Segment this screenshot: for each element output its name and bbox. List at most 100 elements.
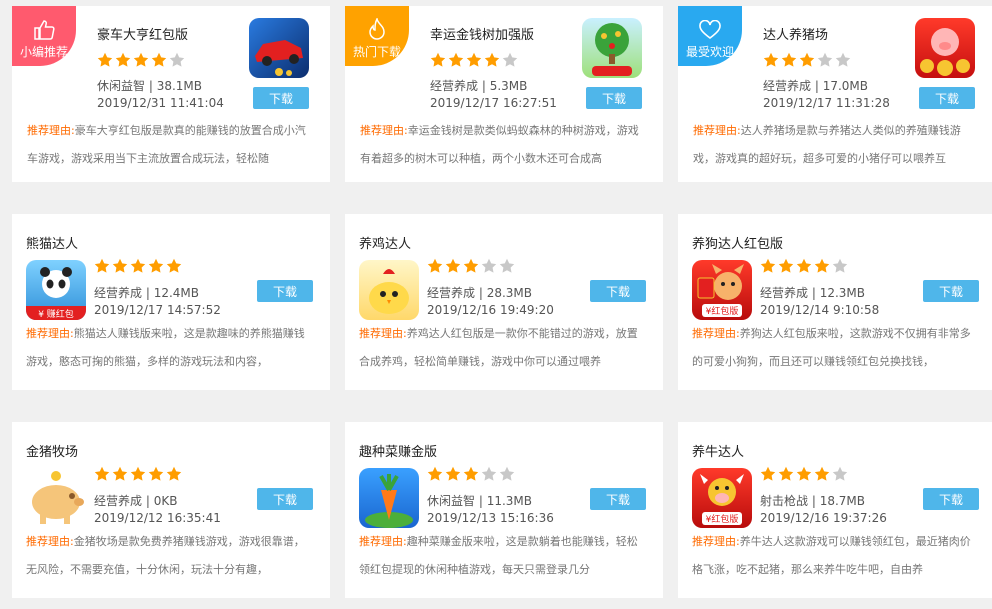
race-car-icon[interactable] (249, 18, 309, 78)
category: 经营养成 (94, 494, 143, 508)
star-filled-icon (133, 52, 149, 67)
app-meta: 经营养成 | 5.3MB (430, 79, 528, 93)
date: 2019/12/31 11:41:04 (97, 96, 224, 110)
rating-stars (427, 466, 515, 482)
category: 射击枪战 (760, 494, 809, 508)
panda-icon[interactable]: ¥ 赚红包 (26, 260, 86, 320)
category: 休闲益智 (427, 494, 476, 508)
rating-stars (760, 258, 848, 274)
star-filled-icon (448, 52, 464, 67)
download-button[interactable]: 下载 (923, 280, 979, 302)
carrot-icon[interactable] (359, 468, 419, 528)
category: 休闲益智 (97, 79, 146, 93)
star-empty-icon (832, 258, 848, 273)
star-filled-icon (166, 258, 182, 273)
app-meta: 射击枪战 | 18.7MB (760, 494, 865, 508)
rating-stars (94, 258, 182, 274)
star-empty-icon (835, 52, 851, 67)
star-empty-icon (481, 258, 497, 273)
file-size: 17.0MB (822, 79, 868, 93)
icon-caption: ¥ 赚红包 (38, 308, 74, 320)
app-title[interactable]: 幸运金钱树加强版 (430, 24, 534, 43)
download-button[interactable]: 下载 (257, 488, 313, 510)
download-button[interactable]: 下载 (586, 87, 642, 109)
file-size: 38.1MB (156, 79, 202, 93)
file-size: 5.3MB (489, 79, 528, 93)
star-empty-icon (502, 52, 518, 67)
star-filled-icon (445, 466, 461, 481)
star-filled-icon (763, 52, 779, 67)
download-button[interactable]: 下载 (590, 280, 646, 302)
app-title[interactable]: 金猪牧场 (26, 441, 78, 460)
star-filled-icon (94, 466, 110, 481)
star-filled-icon (799, 52, 815, 67)
download-button[interactable]: 下载 (253, 87, 309, 109)
app-title[interactable]: 豪车大亨红包版 (97, 24, 188, 43)
star-filled-icon (427, 466, 443, 481)
star-filled-icon (781, 52, 797, 67)
reason-label: 推荐理由: (360, 124, 408, 137)
app-meta: 休闲益智 | 11.3MB (427, 494, 532, 508)
badge-label: 最受欢迎 (685, 45, 734, 59)
download-button[interactable]: 下载 (257, 280, 313, 302)
star-filled-icon (130, 258, 146, 273)
recommend-reason: 推荐理由:养牛达人这款游戏可以赚钱领红包，最近猪肉价格飞涨，吃不起猪，那么来养牛… (692, 528, 980, 584)
star-filled-icon (94, 258, 110, 273)
rating-stars (427, 258, 515, 274)
app-meta: 经营养成 | 17.0MB (763, 79, 868, 93)
pig-coins-icon[interactable] (915, 18, 975, 78)
app-title[interactable]: 养狗达人红包版 (692, 233, 783, 252)
star-filled-icon (760, 258, 776, 273)
reason-label: 推荐理由: (693, 124, 741, 137)
app-title[interactable]: 养牛达人 (692, 441, 744, 460)
app-card: 小编推荐 豪车大亨红包版 休闲益智 | 38.1MB 2019/12/31 11… (12, 6, 330, 182)
star-filled-icon (166, 466, 182, 481)
download-button[interactable]: 下载 (590, 488, 646, 510)
file-size: 11.3MB (486, 494, 532, 508)
app-card: 金猪牧场 经营养成 | 0KB 2019/12/12 16:35:41 下载 推… (12, 422, 330, 598)
heart-icon (699, 20, 721, 40)
rating-stars (763, 52, 851, 68)
badge: 小编推荐 (12, 6, 76, 66)
reason-label: 推荐理由: (359, 327, 407, 340)
recommend-reason: 推荐理由:养狗达人红包版来啦，这款游戏不仅拥有非常多的可爱小狗狗，而且还可以赚钱… (692, 320, 980, 376)
app-card: 趣种菜赚金版 休闲益智 | 11.3MB 2019/12/13 15:16:36… (345, 422, 663, 598)
star-filled-icon (466, 52, 482, 67)
money-tree-icon[interactable] (582, 18, 642, 78)
app-title[interactable]: 趣种菜赚金版 (359, 441, 437, 460)
date: 2019/12/12 16:35:41 (94, 511, 221, 525)
badge-label: 小编推荐 (19, 45, 68, 59)
app-card: 热门下载 幸运金钱树加强版 经营养成 | 5.3MB 2019/12/17 16… (345, 6, 663, 182)
app-card: 熊猫达人 ¥ 赚红包 经营养成 | 12.4MB 2019/12/17 14:5… (12, 214, 330, 390)
download-button[interactable]: 下载 (919, 87, 975, 109)
app-title[interactable]: 养鸡达人 (359, 233, 411, 252)
star-empty-icon (817, 52, 833, 67)
star-filled-icon (427, 258, 443, 273)
rating-stars (94, 466, 182, 482)
reason-label: 推荐理由: (27, 124, 75, 137)
dog-icon[interactable]: ¥红包版 (692, 260, 752, 320)
rating-stars (430, 52, 518, 68)
icon-caption: ¥红包版 (706, 305, 739, 317)
app-title[interactable]: 熊猫达人 (26, 233, 78, 252)
recommend-reason: 推荐理由:豪车大亨红包版是款真的能赚钱的放置合成小汽车游戏，游戏采用当下主流放置… (27, 117, 315, 173)
star-filled-icon (778, 258, 794, 273)
download-button[interactable]: 下载 (923, 488, 979, 510)
app-card: 最受欢迎 达人养猪场 经营养成 | 17.0MB 2019/12/17 11:3… (678, 6, 992, 182)
reason-label: 推荐理由: (26, 327, 74, 340)
category: 经营养成 (763, 79, 812, 93)
file-size: 18.7MB (819, 494, 865, 508)
reason-label: 推荐理由: (692, 327, 740, 340)
rating-stars (97, 52, 185, 68)
app-title[interactable]: 达人养猪场 (763, 24, 828, 43)
cow-icon[interactable]: ¥红包版 (692, 468, 752, 528)
star-filled-icon (151, 52, 167, 67)
app-card: 养鸡达人 经营养成 | 28.3MB 2019/12/16 19:49:20 下… (345, 214, 663, 390)
star-filled-icon (484, 52, 500, 67)
category: 经营养成 (427, 286, 476, 300)
category: 经营养成 (94, 286, 143, 300)
chicken-icon[interactable] (359, 260, 419, 320)
icon-caption: ¥红包版 (706, 513, 739, 525)
recommend-reason: 推荐理由:幸运金钱树是款类似蚂蚁森林的种树游戏，游戏有着超多的树木可以种植，两个… (360, 117, 648, 173)
golden-pig-icon[interactable] (26, 468, 86, 528)
